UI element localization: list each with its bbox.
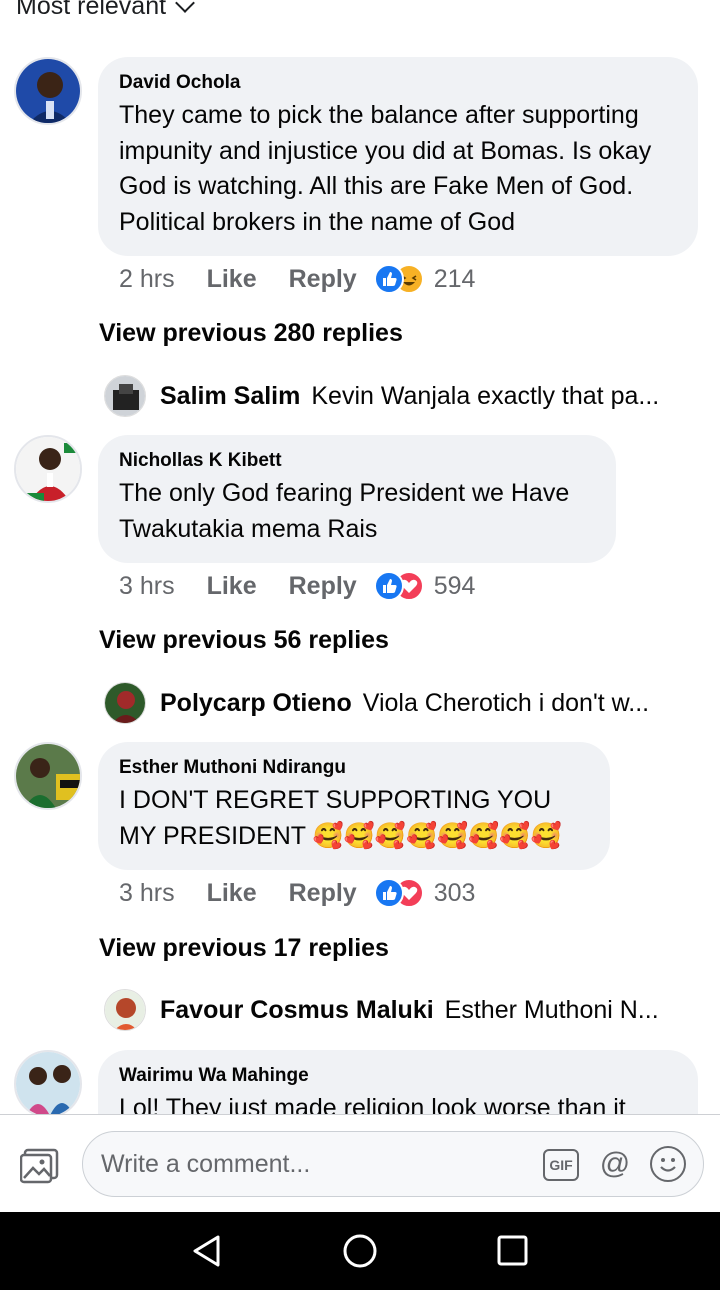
- reply-preview[interactable]: Polycarp Otieno Viola Cherotich i don't …: [104, 681, 649, 725]
- reply-author: Favour Cosmus Maluki: [160, 995, 434, 1024]
- comment-author[interactable]: David Ochola: [119, 71, 676, 95]
- comment-time[interactable]: 2 hrs: [119, 265, 175, 294]
- like-button[interactable]: Like: [207, 265, 257, 294]
- comment-bubble: David Ochola They came to pick the balan…: [98, 57, 698, 256]
- comment-author[interactable]: Nichollas K Kibett: [119, 449, 594, 473]
- comment-bubble: Nichollas K Kibett The only God fearing …: [98, 435, 616, 563]
- comment-author[interactable]: Esther Muthoni Ndirangu: [119, 756, 588, 780]
- reply-text: Kevin Wanjala exactly that pa...: [311, 381, 660, 410]
- avatar: [104, 375, 146, 417]
- reply-button[interactable]: Reply: [289, 265, 357, 294]
- like-reaction-icon: [373, 571, 404, 601]
- comment-actions: 2 hrs Like Reply 214: [119, 259, 475, 299]
- reply-button[interactable]: Reply: [289, 572, 357, 601]
- recents-icon[interactable]: [496, 1234, 530, 1273]
- comment-composer: Write a comment... GIF @: [0, 1114, 720, 1212]
- avatar[interactable]: [14, 435, 82, 503]
- comment-input-placeholder: Write a comment...: [101, 1150, 311, 1178]
- system-nav-bar: [0, 1212, 720, 1290]
- reply-preview[interactable]: Salim Salim Kevin Wanjala exactly that p…: [104, 374, 659, 418]
- comment-time[interactable]: 3 hrs: [119, 572, 175, 601]
- avatar[interactable]: [14, 57, 82, 125]
- comment-author[interactable]: Wairimu Wa Mahinge: [119, 1064, 676, 1088]
- comment-actions: 3 hrs Like Reply 594: [119, 566, 475, 606]
- comment-actions: 3 hrs Like Reply 303: [119, 873, 475, 913]
- mention-icon[interactable]: @: [597, 1147, 633, 1183]
- view-previous-replies-link[interactable]: View previous 17 replies: [99, 934, 389, 963]
- comment-input[interactable]: Write a comment... GIF @: [82, 1131, 704, 1197]
- reactions-summary[interactable]: 214: [373, 264, 476, 294]
- comment-time[interactable]: 3 hrs: [119, 879, 175, 908]
- like-button[interactable]: Like: [207, 572, 257, 601]
- reply-author: Salim Salim: [160, 381, 301, 410]
- comment-text: I DON'T REGRET SUPPORTING YOU MY PRESIDE…: [119, 786, 562, 850]
- avatar[interactable]: [14, 742, 82, 810]
- like-reaction-icon: [373, 878, 404, 908]
- avatar: [104, 682, 146, 724]
- reactions-summary[interactable]: 303: [373, 878, 476, 908]
- gif-icon[interactable]: GIF: [543, 1149, 579, 1181]
- like-reaction-icon: [373, 264, 404, 294]
- reply-text: Esther Muthoni N...: [444, 995, 659, 1024]
- chevron-down-icon: [175, 0, 195, 13]
- reply-preview[interactable]: Favour Cosmus Maluki Esther Muthoni N...: [104, 988, 659, 1032]
- emoji-icon[interactable]: [650, 1146, 686, 1182]
- like-button[interactable]: Like: [207, 879, 257, 908]
- avatar[interactable]: [14, 1050, 82, 1118]
- comment-bubble: Esther Muthoni Ndirangu I DON'T REGRET S…: [98, 742, 610, 870]
- avatar: [104, 989, 146, 1031]
- reply-text: Viola Cherotich i don't w...: [362, 688, 650, 717]
- sort-dropdown[interactable]: Most relevant: [16, 0, 195, 21]
- reply-button[interactable]: Reply: [289, 879, 357, 908]
- photo-icon[interactable]: [19, 1148, 60, 1184]
- view-previous-replies-link[interactable]: View previous 280 replies: [99, 319, 403, 348]
- reaction-count: 303: [433, 878, 476, 907]
- comment-text: The only God fearing President we Have T…: [119, 479, 570, 543]
- sort-label: Most relevant: [16, 0, 167, 20]
- comment-text: They came to pick the balance after supp…: [119, 101, 652, 236]
- home-icon[interactable]: [342, 1234, 378, 1275]
- reactions-summary[interactable]: 594: [373, 571, 476, 601]
- back-icon[interactable]: [190, 1234, 224, 1273]
- reaction-count: 214: [433, 264, 476, 293]
- reply-author: Polycarp Otieno: [160, 688, 352, 717]
- reaction-count: 594: [433, 571, 476, 600]
- view-previous-replies-link[interactable]: View previous 56 replies: [99, 626, 389, 655]
